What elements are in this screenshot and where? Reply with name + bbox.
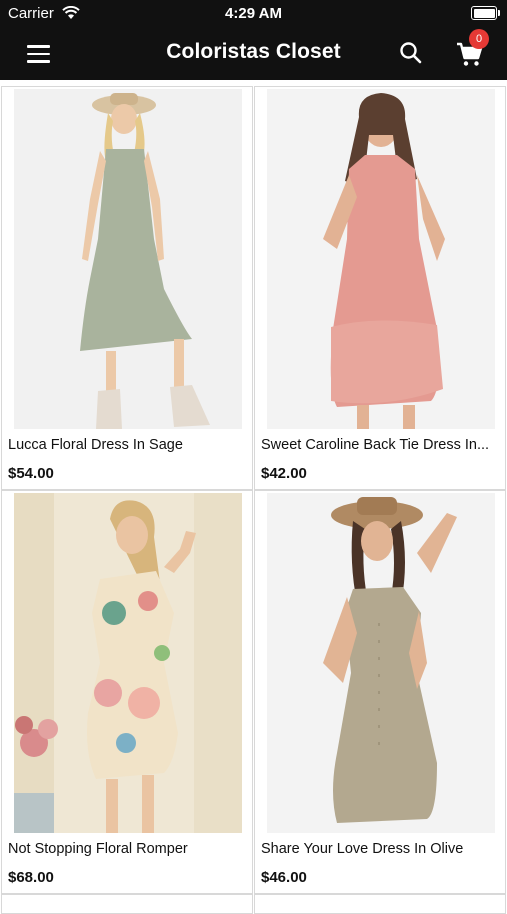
battery-icon <box>471 6 500 20</box>
search-icon[interactable] <box>398 40 424 66</box>
product-price: $68.00 <box>8 869 54 886</box>
cart-count-badge: 0 <box>469 29 489 49</box>
product-name[interactable]: Lucca Floral Dress In Sage <box>8 437 246 453</box>
nav-bar: Coloristas Closet 0 <box>0 28 507 80</box>
product-card[interactable] <box>1 894 253 914</box>
product-image[interactable] <box>267 89 495 429</box>
product-card[interactable]: Share Your Love Dress In Olive $46.00 <box>254 490 506 894</box>
product-image[interactable] <box>14 89 242 429</box>
product-grid: Lucca Floral Dress In Sage $54.00 Sweet … <box>0 86 507 914</box>
product-card[interactable]: Sweet Caroline Back Tie Dress In... $42.… <box>254 86 506 490</box>
product-image[interactable] <box>14 493 242 833</box>
product-price: $54.00 <box>8 465 54 482</box>
product-price: $42.00 <box>261 465 307 482</box>
product-card[interactable] <box>254 894 506 914</box>
top-bar: Carrier 4:29 AM Coloristas Closet 0 <box>0 0 507 80</box>
status-time: 4:29 AM <box>225 5 282 22</box>
product-name[interactable]: Not Stopping Floral Romper <box>8 841 246 857</box>
status-bar: Carrier 4:29 AM <box>0 0 507 28</box>
product-card[interactable]: Not Stopping Floral Romper $68.00 <box>1 490 253 894</box>
product-price: $46.00 <box>261 869 307 886</box>
app-title: Coloristas Closet <box>166 40 341 63</box>
product-name[interactable]: Share Your Love Dress In Olive <box>261 841 499 857</box>
product-name[interactable]: Sweet Caroline Back Tie Dress In... <box>261 437 499 453</box>
product-image[interactable] <box>267 493 495 833</box>
product-card[interactable]: Lucca Floral Dress In Sage $54.00 <box>1 86 253 490</box>
